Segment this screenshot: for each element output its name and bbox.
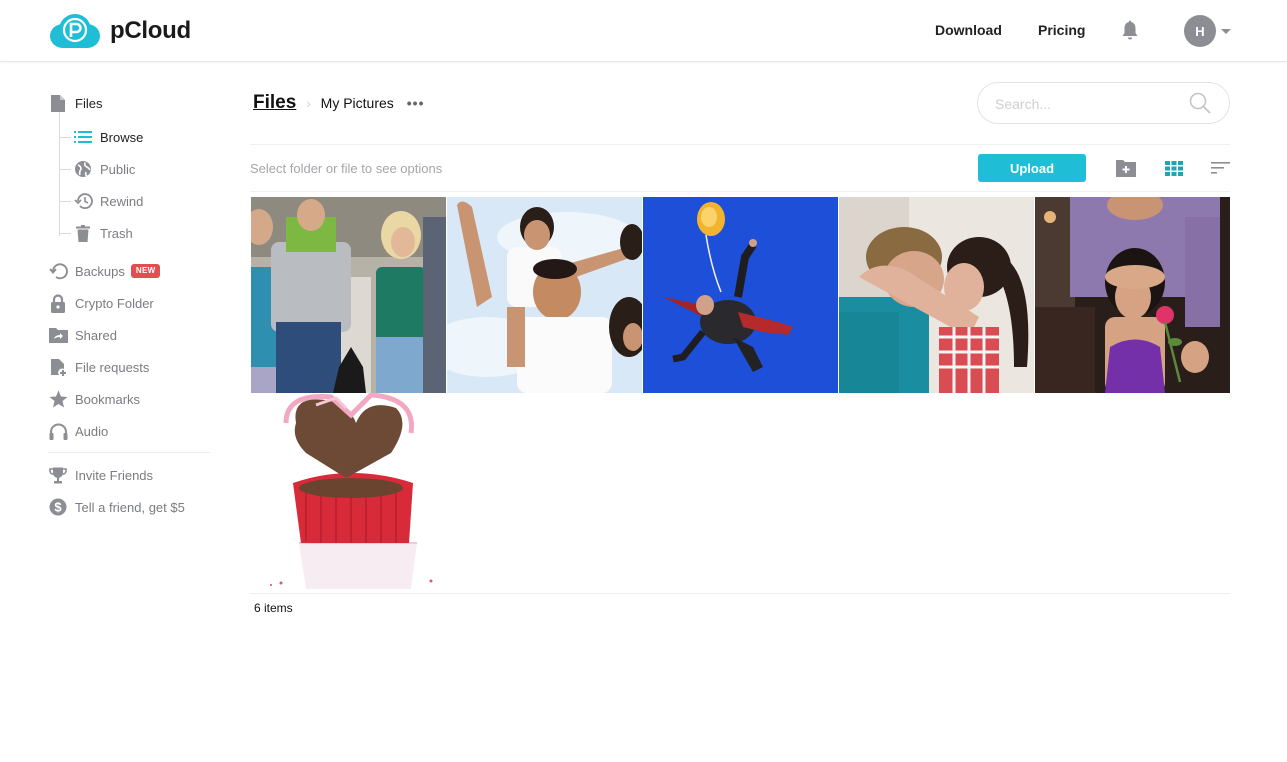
sidebar-label: Backups xyxy=(75,263,125,279)
shared-folder-icon xyxy=(48,325,68,345)
star-icon xyxy=(48,389,68,409)
sidebar-label: Audio xyxy=(75,423,109,439)
bell-icon[interactable] xyxy=(1120,20,1140,42)
sidebar-label: Public xyxy=(100,161,136,177)
more-options-icon[interactable]: ••• xyxy=(407,95,425,111)
new-folder-icon[interactable] xyxy=(1116,159,1136,177)
headphones-icon xyxy=(48,421,68,441)
trash-icon xyxy=(73,223,93,243)
sidebar-item-rewind[interactable]: Rewind xyxy=(73,190,143,212)
history-icon xyxy=(73,191,93,211)
cloud-logo-icon xyxy=(50,14,100,48)
sidebar-item-file-requests[interactable]: File requests xyxy=(48,356,149,378)
chevron-down-icon[interactable] xyxy=(1221,29,1231,34)
toolbar-divider xyxy=(250,144,1230,145)
file-thumbnail[interactable] xyxy=(251,197,446,393)
top-header: pCloud Download Pricing H xyxy=(0,0,1287,62)
sidebar-item-crypto-folder[interactable]: Crypto Folder xyxy=(48,292,154,314)
sidebar-item-tell-a-friend[interactable]: $ Tell a friend, get $5 xyxy=(48,496,185,518)
sidebar-divider xyxy=(48,452,210,453)
file-thumbnail[interactable] xyxy=(447,197,642,393)
search-icon[interactable] xyxy=(1188,91,1212,115)
file-thumbnail[interactable] xyxy=(251,393,446,589)
breadcrumb: Files › My Pictures ••• xyxy=(253,92,425,114)
dollar-icon: $ xyxy=(48,497,68,517)
brand-name: pCloud xyxy=(110,17,191,44)
sidebar-item-shared[interactable]: Shared xyxy=(48,324,117,346)
file-thumbnail[interactable] xyxy=(1035,197,1230,393)
svg-text:$: $ xyxy=(54,500,62,515)
sidebar-item-public[interactable]: Public xyxy=(73,158,135,180)
sidebar-label: Tell a friend, get $5 xyxy=(75,499,185,515)
nav-pricing[interactable]: Pricing xyxy=(1038,22,1085,38)
backup-icon xyxy=(48,261,68,281)
file-icon xyxy=(48,93,68,113)
sidebar-item-audio[interactable]: Audio xyxy=(48,420,108,442)
lock-icon xyxy=(48,293,68,313)
toolbar-divider xyxy=(250,191,1230,192)
file-thumbnail[interactable] xyxy=(839,197,1034,393)
sidebar-item-files[interactable]: Files xyxy=(48,92,102,114)
items-count: 6 items xyxy=(254,601,293,615)
tree-line xyxy=(59,112,60,236)
sidebar-label: Rewind xyxy=(100,193,144,209)
file-request-icon xyxy=(48,357,68,377)
image-friends-walking xyxy=(251,197,446,393)
nav-download[interactable]: Download xyxy=(935,22,1002,38)
sidebar-label: Trash xyxy=(100,225,133,241)
sidebar-item-bookmarks[interactable]: Bookmarks xyxy=(48,388,140,410)
breadcrumb-separator-icon: › xyxy=(306,95,311,111)
list-icon xyxy=(73,127,93,147)
sidebar-label: Browse xyxy=(100,129,144,145)
image-skydiving xyxy=(643,197,838,393)
sort-icon[interactable] xyxy=(1211,159,1231,177)
image-heart-cupcake xyxy=(251,393,446,589)
sidebar-label: Bookmarks xyxy=(75,391,141,407)
selection-hint: Select folder or file to see options xyxy=(250,161,443,176)
grid-view-icon[interactable] xyxy=(1164,159,1184,177)
tree-tick xyxy=(59,233,71,234)
sidebar-label: Files xyxy=(75,95,103,111)
sidebar-item-backups[interactable]: Backups NEW xyxy=(48,260,161,282)
sidebar-item-trash[interactable]: Trash xyxy=(73,222,133,244)
grid-divider xyxy=(250,593,1230,594)
sidebar-item-invite-friends[interactable]: Invite Friends xyxy=(48,464,153,486)
sidebar-label: Shared xyxy=(75,327,117,343)
breadcrumb-current: My Pictures xyxy=(320,95,394,111)
sidebar-label: Invite Friends xyxy=(75,467,154,483)
tree-tick xyxy=(59,169,71,170)
upload-button[interactable]: Upload xyxy=(978,154,1086,182)
image-rose-surprise xyxy=(1035,197,1230,393)
new-badge: NEW xyxy=(130,264,161,278)
file-thumbnail[interactable] xyxy=(643,197,838,393)
search-input[interactable] xyxy=(995,93,1185,115)
sidebar-label: Crypto Folder xyxy=(75,295,154,311)
globe-icon xyxy=(73,159,93,179)
tree-tick xyxy=(59,137,71,138)
user-avatar[interactable]: H xyxy=(1184,15,1216,47)
avatar-initial: H xyxy=(1195,23,1205,39)
breadcrumb-root[interactable]: Files xyxy=(253,92,296,114)
trophy-icon xyxy=(48,465,68,485)
tree-tick xyxy=(59,201,71,202)
sidebar-label: File requests xyxy=(75,359,150,375)
sidebar-item-browse[interactable]: Browse xyxy=(73,126,143,148)
image-couple-embrace xyxy=(839,197,1034,393)
pcloud-logo[interactable]: pCloud xyxy=(49,13,191,49)
image-family-sky xyxy=(447,197,642,393)
